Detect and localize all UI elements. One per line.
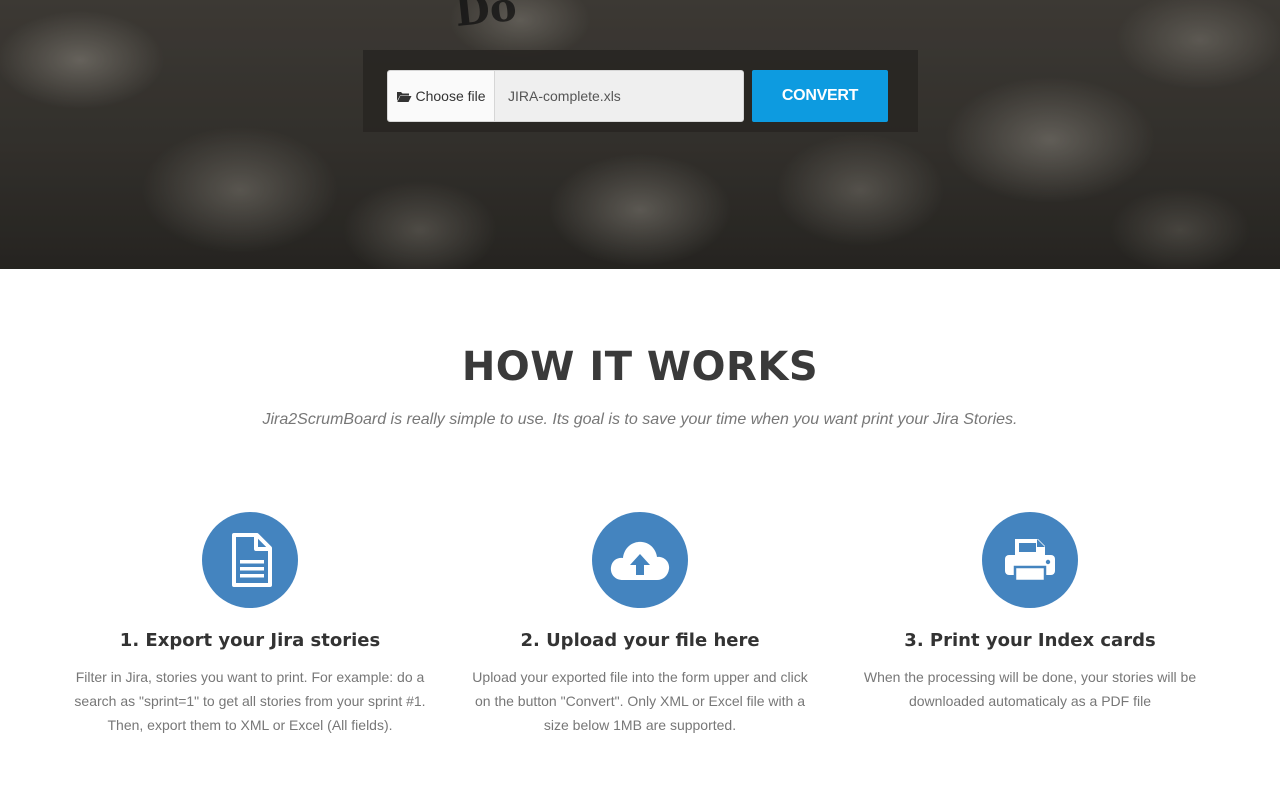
document-icon	[232, 533, 272, 587]
selected-file-name: JIRA-complete.xls	[508, 88, 621, 104]
step-icon-circle	[202, 512, 298, 608]
step-title: 2. Upload your file here	[520, 630, 760, 651]
hero-banner: Do Choose file JIRA-complete.xls CONVERT	[0, 0, 1280, 269]
step-icon-circle	[982, 512, 1078, 608]
convert-button[interactable]: CONVERT	[752, 70, 888, 122]
step-icon-circle	[592, 512, 688, 608]
step-description: Filter in Jira, stories you want to prin…	[74, 669, 426, 733]
step-title: 3. Print your Index cards	[904, 630, 1156, 651]
step-upload: 2. Upload your file here Upload your exp…	[460, 512, 820, 737]
section-subtitle: Jira2ScrumBoard is really simple to use.…	[262, 411, 1018, 428]
file-input-group[interactable]: Choose file JIRA-complete.xls	[387, 70, 744, 122]
choose-file-button[interactable]: Choose file	[388, 71, 495, 121]
hero-overlay	[0, 0, 1280, 269]
cloud-upload-icon	[610, 541, 670, 580]
printer-icon	[1005, 539, 1055, 583]
step-description: When the processing will be done, your s…	[863, 669, 1197, 709]
choose-file-label: Choose file	[415, 88, 486, 104]
section-title: HOW IT WORKS	[461, 344, 819, 390]
folder-open-icon	[397, 91, 412, 102]
step-print: 3. Print your Index cards When the proce…	[850, 512, 1210, 713]
step-title: 1. Export your Jira stories	[119, 630, 381, 651]
upload-form: Choose file JIRA-complete.xls CONVERT	[363, 50, 918, 132]
step-description: Upload your exported file into the form …	[472, 669, 808, 733]
step-export: 1. Export your Jira stories Filter in Ji…	[70, 512, 430, 737]
